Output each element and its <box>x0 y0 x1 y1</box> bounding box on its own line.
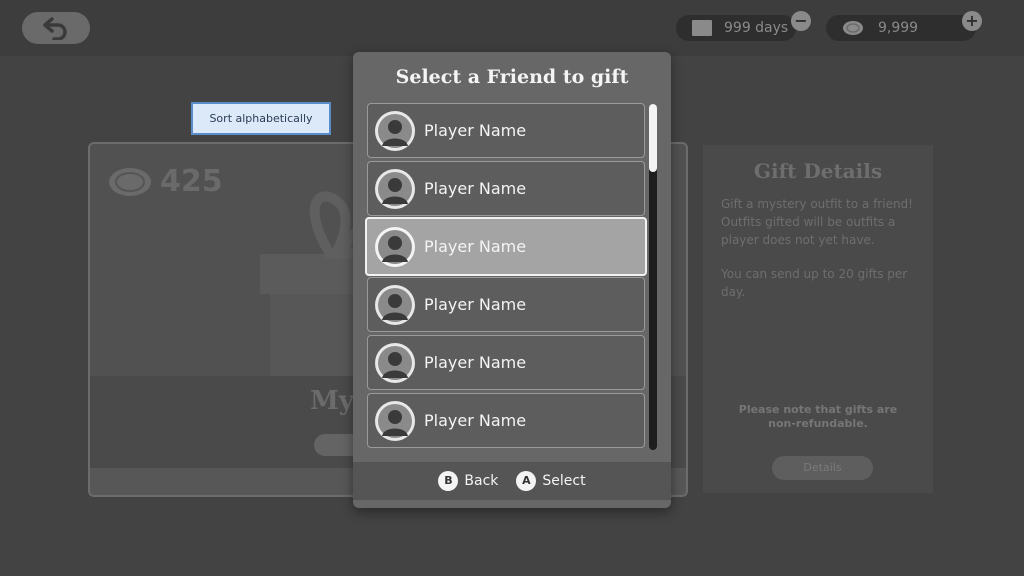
back-button[interactable] <box>22 12 90 44</box>
a-button-icon: A <box>516 471 537 491</box>
gift-price: 425 <box>108 164 223 199</box>
coin-value: 9,999 <box>878 20 919 36</box>
remove-days-button[interactable]: − <box>791 11 811 31</box>
sort-label: Sort alphabetically <box>209 112 313 125</box>
avatar-icon <box>375 111 415 151</box>
details-limit-text: You can send up to 20 gifts per day. <box>721 267 908 299</box>
friend-name: Player Name <box>424 237 527 256</box>
back-hint[interactable]: B Back <box>438 471 498 491</box>
select-friend-modal: Select a Friend to gift Player Name Play… <box>353 52 671 508</box>
friend-name: Player Name <box>424 295 527 314</box>
details-button[interactable]: Details <box>772 456 873 480</box>
friend-row[interactable]: Player Name <box>367 103 645 158</box>
details-description: Gift a mystery outfit to a friend! Outfi… <box>721 197 913 247</box>
back-label: Back <box>464 473 499 489</box>
undo-arrow-icon <box>43 17 67 40</box>
friend-list-scrollbar[interactable] <box>649 104 657 450</box>
avatar-icon <box>375 169 415 209</box>
avatar-icon <box>375 401 415 441</box>
details-note: Please note that gifts are non-refundabl… <box>738 403 898 430</box>
scrollbar-thumb[interactable] <box>649 104 657 172</box>
coin-icon <box>843 21 863 35</box>
days-counter: 999 days <box>676 15 796 41</box>
select-hint[interactable]: A Select <box>516 471 586 491</box>
coin-counter: 9,999 <box>826 15 976 41</box>
select-label: Select <box>542 473 586 489</box>
friend-row[interactable]: Player Name <box>367 393 645 448</box>
friend-row[interactable]: Player Name <box>367 161 645 216</box>
friend-name: Player Name <box>424 179 527 198</box>
sort-alphabetically-tooltip[interactable]: Sort alphabetically <box>191 102 331 135</box>
avatar-icon <box>375 343 415 383</box>
modal-title: Select a Friend to gift <box>395 66 629 88</box>
modal-footer: B Back A Select <box>353 462 671 500</box>
friend-name: Player Name <box>424 121 527 140</box>
coin-icon <box>109 167 151 196</box>
avatar-icon <box>375 227 415 267</box>
top-bar: 999 days − 9,999 + <box>0 0 1024 56</box>
ticket-icon <box>692 20 712 36</box>
b-button-icon: B <box>438 471 459 491</box>
friend-row-selected[interactable]: Player Name <box>365 217 647 276</box>
details-title: Gift Details <box>753 159 883 183</box>
days-value: 999 days <box>724 20 789 36</box>
gift-details-panel: Gift Details Gift a mystery outfit to a … <box>703 145 933 493</box>
friend-name: Player Name <box>424 353 527 372</box>
friend-name: Player Name <box>424 411 527 430</box>
gift-price-value: 425 <box>160 164 223 199</box>
avatar-icon <box>375 285 415 325</box>
friend-row[interactable]: Player Name <box>367 335 645 390</box>
add-coins-button[interactable]: + <box>962 11 982 31</box>
friend-row[interactable]: Player Name <box>367 277 645 332</box>
